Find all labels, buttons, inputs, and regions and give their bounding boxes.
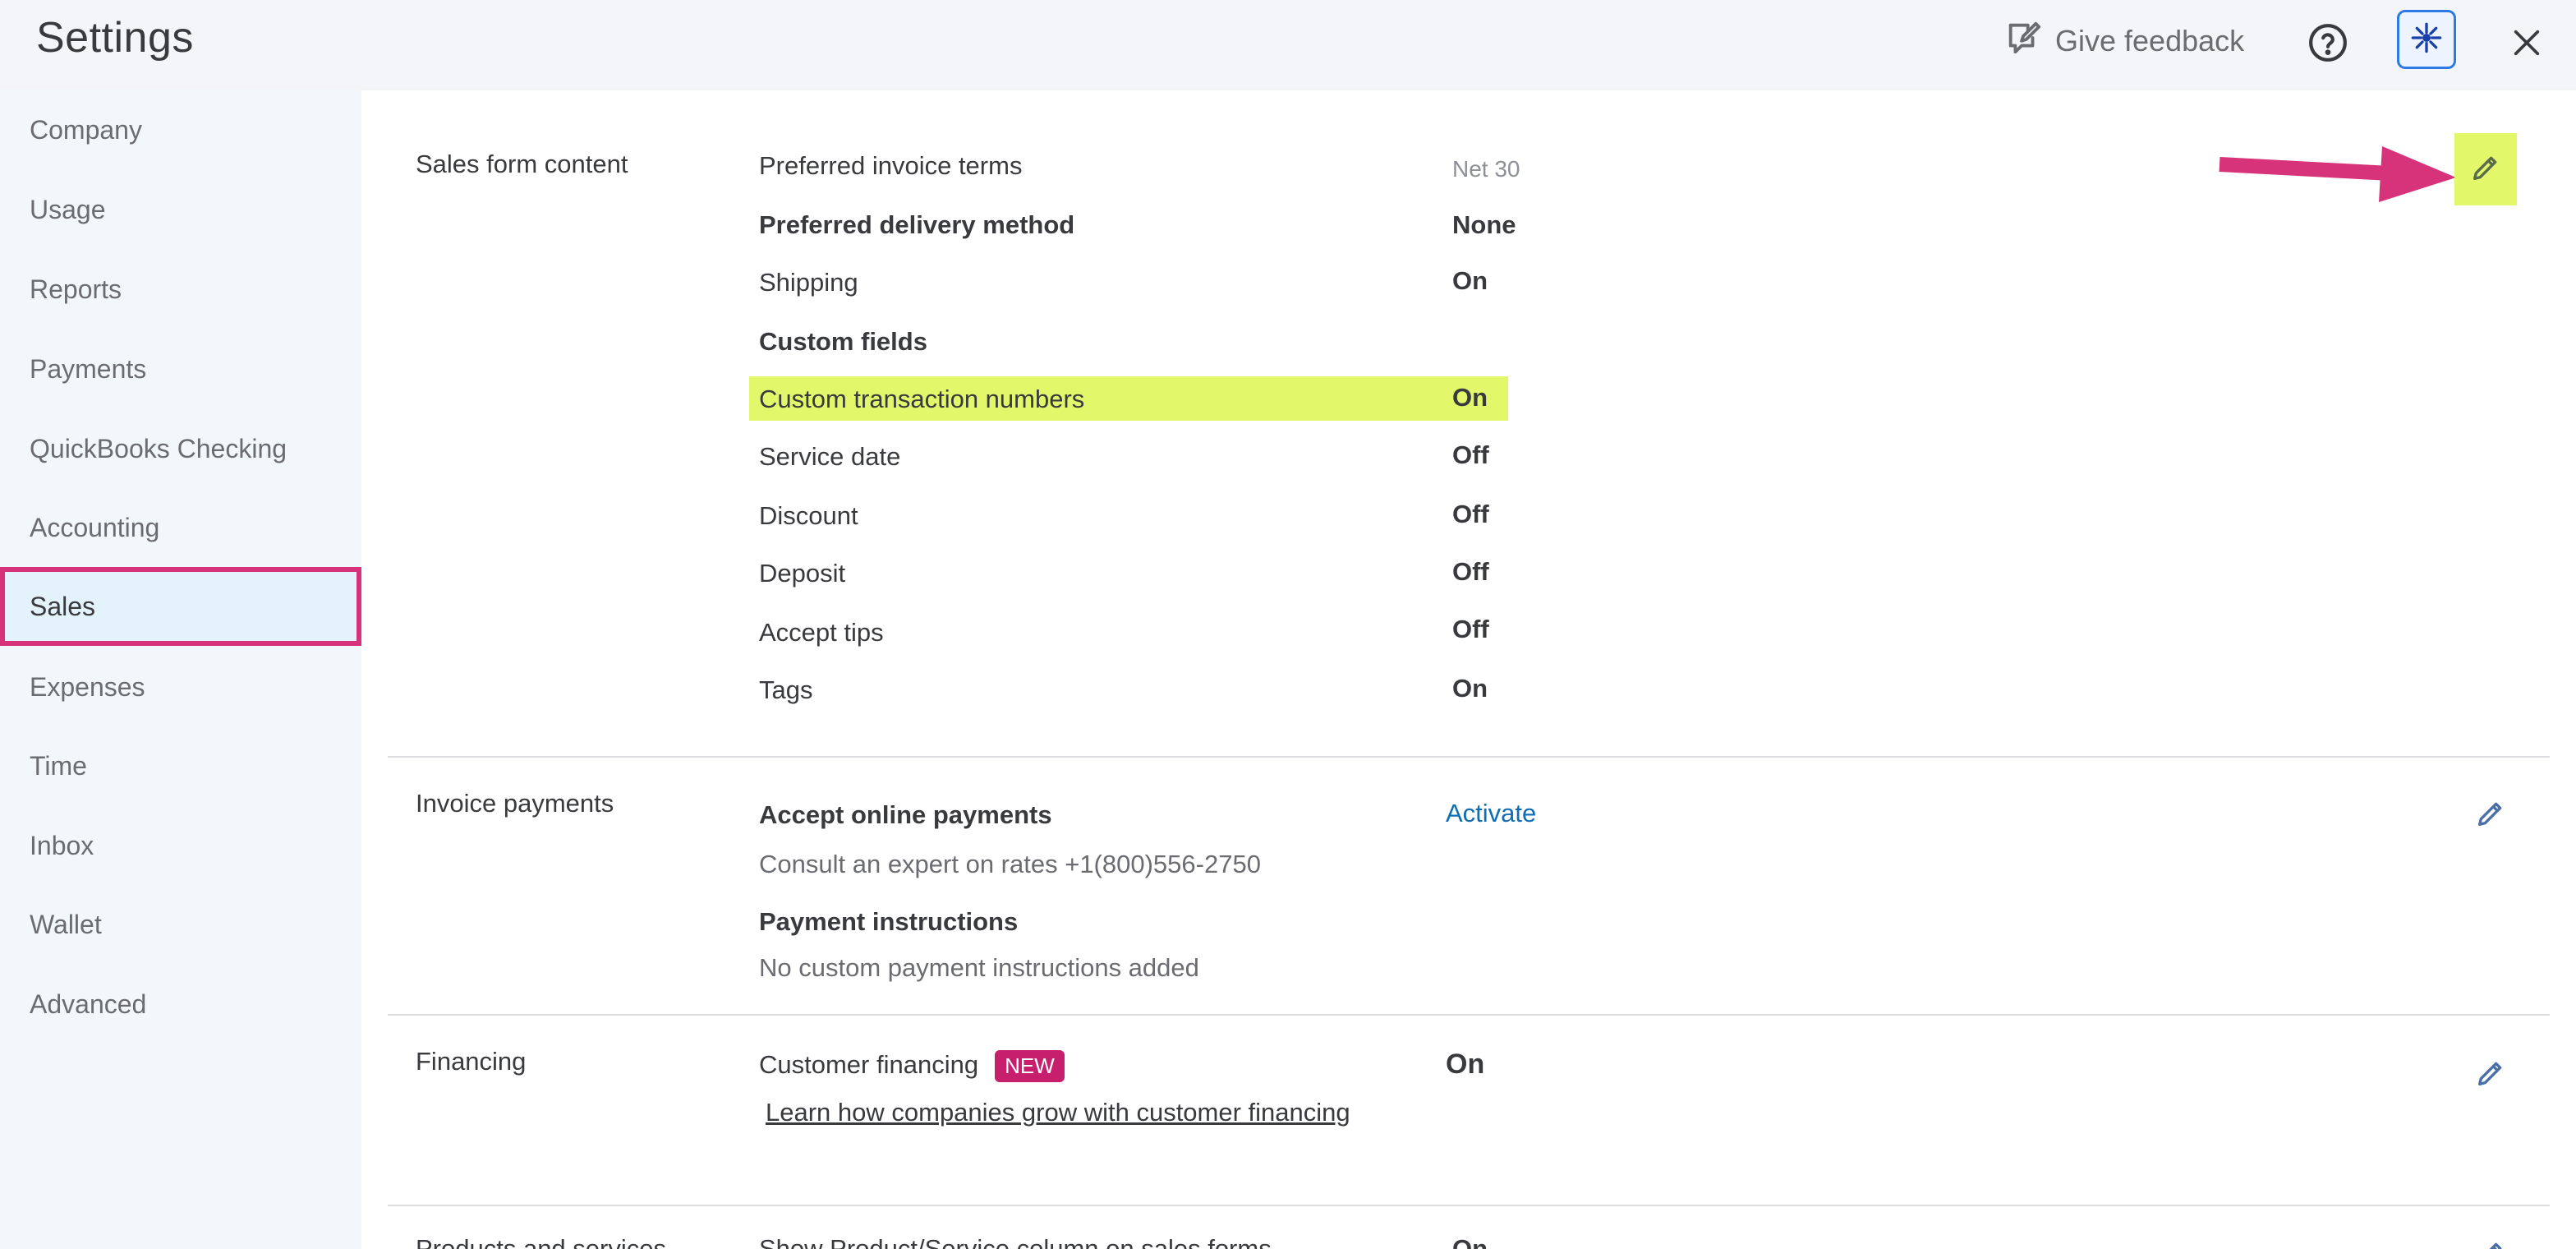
edit-invoice-payments-button[interactable] [2466, 790, 2515, 840]
pencil-icon [2474, 1237, 2507, 1249]
settings-sidebar: Company Usage Reports Payments QuickBook… [0, 90, 361, 1249]
close-icon[interactable] [2504, 20, 2550, 66]
annotation-arrow [2219, 146, 2456, 202]
feedback-icon [2004, 19, 2042, 64]
sidebar-item-sales[interactable]: Sales [0, 567, 361, 646]
sales-form-section-title: Sales form content [416, 150, 628, 178]
sidebar-item-payments[interactable]: Payments [0, 330, 361, 408]
customer-financing-label: Customer financing NEW [759, 1050, 1065, 1083]
row-label: Deposit [759, 559, 846, 588]
custom-fields-heading: Custom fields [759, 327, 927, 356]
assistant-button[interactable] [2397, 10, 2456, 69]
section-divider [388, 1014, 2550, 1016]
sidebar-item-company[interactable]: Company [0, 90, 361, 169]
pencil-icon [2474, 1057, 2507, 1094]
new-badge: NEW [995, 1050, 1065, 1083]
row-value: None [1452, 210, 1516, 239]
sidebar-item-quickbooks-checking[interactable]: QuickBooks Checking [0, 409, 361, 488]
products-row-value: On [1452, 1234, 1488, 1249]
row-value: Net 30 [1452, 156, 1520, 182]
row-label: Service date [759, 442, 901, 471]
pencil-icon [2474, 797, 2507, 834]
edit-financing-button[interactable] [2466, 1050, 2515, 1099]
consult-expert-text: Consult an expert on rates +1(800)556-27… [759, 850, 1261, 878]
section-divider [388, 756, 2550, 758]
row-value: Off [1452, 500, 1489, 528]
sidebar-item-usage[interactable]: Usage [0, 170, 361, 249]
row-label: Discount [759, 501, 858, 530]
sidebar-item-inbox[interactable]: Inbox [0, 806, 361, 885]
row-value: Off [1452, 440, 1489, 469]
edit-sales-form-button[interactable] [2454, 133, 2517, 205]
help-icon[interactable] [2305, 20, 2351, 66]
row-label: Preferred delivery method [759, 210, 1075, 239]
sidebar-item-time[interactable]: Time [0, 726, 361, 805]
pencil-icon [2469, 151, 2502, 188]
row-value: Off [1452, 557, 1489, 586]
settings-content: Sales form content Preferred invoice ter… [361, 90, 2576, 1249]
row-value: On [1452, 383, 1488, 412]
row-label: Accept tips [759, 618, 884, 647]
row-label: Custom transaction numbers [759, 385, 1085, 413]
row-value: Off [1452, 615, 1489, 643]
sidebar-item-wallet[interactable]: Wallet [0, 885, 361, 964]
financing-section-title: Financing [416, 1047, 527, 1076]
products-row-label: Show Product/Service column on sales for… [759, 1234, 1272, 1249]
section-divider [388, 1205, 2550, 1206]
customer-financing-text: Customer financing [759, 1050, 979, 1079]
accept-online-payments-label: Accept online payments [759, 800, 1052, 829]
row-value: On [1452, 674, 1488, 703]
activate-link[interactable]: Activate [1446, 799, 1536, 828]
sidebar-item-advanced[interactable]: Advanced [0, 965, 361, 1044]
assistant-icon [2410, 21, 2443, 58]
page-title: Settings [36, 14, 194, 62]
financing-value: On [1446, 1049, 1485, 1080]
row-label: Preferred invoice terms [759, 151, 1023, 180]
payment-instructions-label: Payment instructions [759, 907, 1019, 936]
sidebar-item-reports[interactable]: Reports [0, 250, 361, 329]
sidebar-item-accounting[interactable]: Accounting [0, 488, 361, 567]
payment-instructions-text: No custom payment instructions added [759, 953, 1199, 982]
give-feedback-button[interactable]: Give feedback [2004, 18, 2244, 64]
row-value: On [1452, 266, 1488, 295]
edit-products-button[interactable] [2466, 1231, 2515, 1249]
row-label: Tags [759, 675, 813, 704]
sidebar-item-expenses[interactable]: Expenses [0, 648, 361, 726]
give-feedback-label: Give feedback [2055, 24, 2245, 58]
settings-header: Settings Give feedback [0, 0, 2576, 90]
learn-financing-link[interactable]: Learn how companies grow with customer f… [766, 1098, 1350, 1127]
products-section-title: Products and services [416, 1234, 666, 1249]
invoice-payments-section-title: Invoice payments [416, 789, 614, 818]
row-label: Shipping [759, 268, 858, 297]
